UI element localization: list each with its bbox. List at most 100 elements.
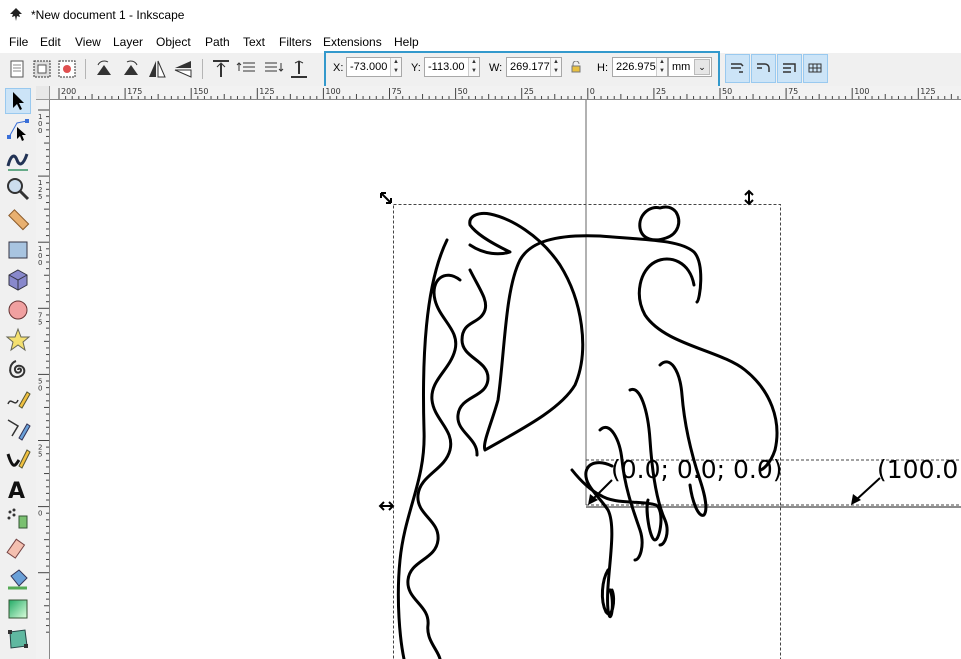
pen-icon xyxy=(7,419,31,441)
ruler-label: 200 xyxy=(61,87,76,96)
ruler-label: 25 xyxy=(524,87,534,96)
menu-layer[interactable]: Layer xyxy=(113,35,143,49)
raise-icon[interactable] xyxy=(235,57,259,81)
spiral-tool[interactable] xyxy=(5,357,31,383)
rectangle-tool[interactable] xyxy=(5,237,31,263)
x-value: -73.000 xyxy=(350,61,388,73)
arrow-pointer-icon xyxy=(13,92,24,110)
ellipse-tool[interactable] xyxy=(5,297,31,323)
magnifier-icon xyxy=(7,178,30,201)
menu-edit[interactable]: Edit xyxy=(40,35,61,49)
horizontal-ruler-ticks: 200 175 150 125 100 75 50 25 0 25 50 75 100 125 xyxy=(58,87,959,99)
spin-arrows-icon[interactable]: ▲ ▼ xyxy=(550,58,561,76)
eraser-tool[interactable] xyxy=(5,536,31,562)
menu-text[interactable]: Text xyxy=(243,35,265,49)
rotate-cw-icon[interactable] xyxy=(119,57,143,81)
pencil-icon xyxy=(7,391,31,409)
select-all-icon[interactable] xyxy=(5,57,29,81)
lower-icon[interactable] xyxy=(261,57,285,81)
spray-icon xyxy=(7,508,28,529)
h-spinbox[interactable]: 226.975 ▲ ▼ xyxy=(612,57,668,77)
star-tool[interactable] xyxy=(5,327,31,353)
scale-corners-toggle[interactable] xyxy=(751,54,776,83)
mesh-icon xyxy=(8,629,28,649)
mesh-tool[interactable] xyxy=(5,626,31,652)
scale-stroke-icon xyxy=(731,63,744,73)
pen-tool[interactable] xyxy=(5,416,31,442)
zoom-tool[interactable] xyxy=(5,176,31,202)
raise-to-top-icon[interactable] xyxy=(209,57,233,81)
calligraphy-tool[interactable] xyxy=(5,446,31,472)
ruler-corner xyxy=(36,86,50,100)
tool-controls-bar: X: -73.000 ▲ ▼ Y: -113.00 ▲ ▼ W: 269.177 ▲… xyxy=(0,51,961,88)
ruler-label: 125 xyxy=(920,87,935,96)
ruler-label: 5 xyxy=(38,318,42,326)
scale-stroke-toggle[interactable] xyxy=(725,54,750,83)
unit-value: mm xyxy=(672,61,691,73)
flip-horizontal-icon[interactable] xyxy=(145,57,169,81)
spin-arrows-icon[interactable]: ▲ ▼ xyxy=(390,58,401,76)
rotate-ccw-icon[interactable] xyxy=(92,57,116,81)
title-bar: *New document 1 - Inkscape xyxy=(0,0,961,31)
y-value: -113.00 xyxy=(428,61,465,73)
invert-selection-icon[interactable] xyxy=(55,57,79,81)
scale-handle-left[interactable] xyxy=(378,501,395,511)
scale-handle-top-left[interactable] xyxy=(380,192,392,204)
menu-path[interactable]: Path xyxy=(205,35,230,49)
spray-tool[interactable] xyxy=(5,506,31,532)
tweak-tool[interactable] xyxy=(5,146,31,172)
node-tool[interactable] xyxy=(5,117,31,143)
gradient-tool[interactable] xyxy=(5,596,31,622)
spin-arrows-icon[interactable]: ▲ ▼ xyxy=(468,58,479,76)
scale-corners-icon xyxy=(757,63,770,72)
text-tool[interactable]: A xyxy=(5,476,31,504)
spiral-icon xyxy=(9,360,26,379)
node-editor-icon xyxy=(7,119,29,141)
measure-tool[interactable] xyxy=(5,206,31,232)
menu-filters[interactable]: Filters xyxy=(279,35,312,49)
lower-to-bottom-icon[interactable] xyxy=(287,57,311,81)
vertical-ruler[interactable]: 1001251007550250 xyxy=(36,100,50,659)
point-annotation-arrow xyxy=(851,477,881,505)
ruler-icon xyxy=(8,209,30,231)
transform-gradients-icon xyxy=(783,63,796,73)
transform-gradients-toggle[interactable] xyxy=(777,54,802,83)
ruler-label: 100 xyxy=(325,87,340,96)
spin-arrows-icon[interactable]: ▲ ▼ xyxy=(656,58,667,76)
menu-extensions[interactable]: Extensions xyxy=(323,35,382,49)
y-spinbox[interactable]: -113.00 ▲ ▼ xyxy=(424,57,480,77)
w-value: 269.177 xyxy=(510,61,550,73)
chevron-down-icon[interactable]: ⌄ xyxy=(694,59,710,75)
transform-patterns-icon xyxy=(808,63,822,73)
menu-object[interactable]: Object xyxy=(156,35,191,49)
ruler-label: 25 xyxy=(656,87,666,96)
lock-icon[interactable] xyxy=(571,61,581,73)
gradient-icon xyxy=(8,599,28,619)
pencil-tool[interactable] xyxy=(5,386,31,412)
3d-box-tool[interactable] xyxy=(5,267,31,293)
transform-patterns-toggle[interactable] xyxy=(803,54,828,83)
ruler-label: 75 xyxy=(392,87,402,96)
menu-view[interactable]: View xyxy=(75,35,101,49)
scale-handle-top[interactable] xyxy=(744,189,754,206)
paint-bucket-tool[interactable] xyxy=(5,566,31,592)
calligraphy-icon xyxy=(6,449,31,469)
h-value: 226.975 xyxy=(616,61,656,73)
ruler-label: 150 xyxy=(193,87,208,96)
flip-vertical-icon[interactable] xyxy=(171,57,195,81)
unit-select[interactable]: mm ⌄ xyxy=(668,57,712,77)
rectangle-icon xyxy=(8,241,28,259)
ruler-label: 125 xyxy=(259,87,274,96)
ruler-label: 0 xyxy=(590,87,595,96)
select-all-in-all-layers-icon[interactable] xyxy=(30,57,54,81)
menu-help[interactable]: Help xyxy=(394,35,419,49)
toolbox: A xyxy=(0,86,36,659)
horizontal-ruler[interactable]: 200 175 150 125 100 75 50 25 0 25 50 75 100 125 xyxy=(50,86,961,100)
point-coordinate-label: (100.0 xyxy=(877,455,959,484)
ruler-label: 50 xyxy=(722,87,732,96)
menu-file[interactable]: File xyxy=(9,35,28,49)
selector-tool[interactable] xyxy=(5,88,31,114)
x-spinbox[interactable]: -73.000 ▲ ▼ xyxy=(346,57,402,77)
drawing-canvas[interactable]: (0.0; 0.0; 0.0) (100.0 xyxy=(50,100,961,659)
w-spinbox[interactable]: 269.177 ▲ ▼ xyxy=(506,57,562,77)
